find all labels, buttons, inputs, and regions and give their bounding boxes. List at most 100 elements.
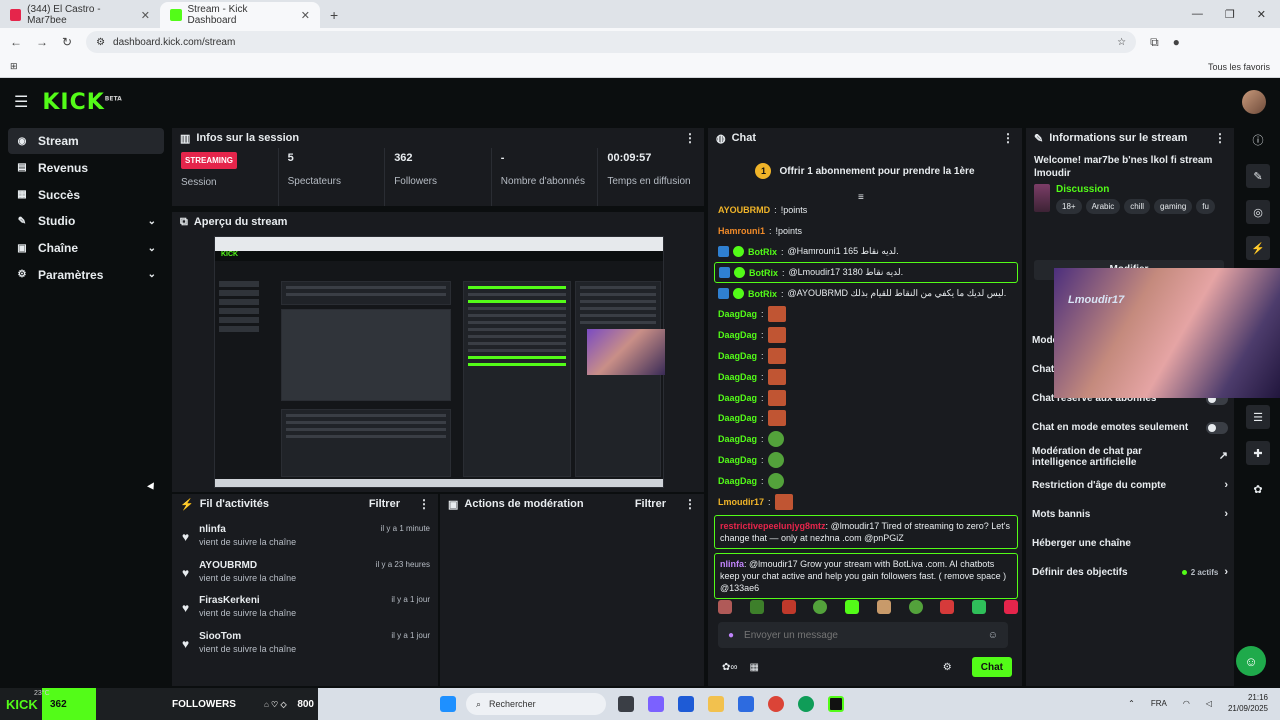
emote-button[interactable] [749, 600, 764, 614]
filter-button[interactable]: Filtrer [635, 498, 666, 510]
emoji-icon[interactable]: ☺ [988, 630, 998, 641]
chat-username[interactable]: DaagDag [718, 372, 757, 382]
chat-message-input[interactable] [744, 629, 978, 641]
chat-username[interactable]: DaagDag [718, 455, 757, 465]
copilot-icon[interactable] [648, 696, 664, 712]
new-tab-button[interactable]: + [320, 7, 348, 28]
site-info-icon[interactable]: ⚙ [96, 37, 105, 48]
emote-only-toggle[interactable] [1206, 421, 1228, 434]
profile-icon[interactable]: ● [1173, 35, 1180, 49]
star-icon[interactable]: ☆ [1117, 37, 1126, 48]
reload-icon[interactable]: ↻ [62, 35, 72, 49]
kick-logo[interactable]: KICKBETA [42, 90, 121, 115]
clock[interactable]: 21:16 21/09/2025 [1228, 692, 1268, 714]
wifi-icon[interactable]: ◠ [1183, 699, 1190, 708]
folder-icon[interactable] [708, 696, 724, 712]
calendar-icon[interactable] [738, 696, 754, 712]
chrome-icon[interactable] [768, 696, 784, 712]
emote-button[interactable] [876, 600, 891, 614]
maximize-icon[interactable]: ❐ [1225, 8, 1235, 21]
chat-username[interactable]: DaagDag [718, 476, 757, 486]
follower-name[interactable]: nlinfa [199, 524, 371, 535]
chat-username[interactable]: nlinfa [720, 559, 744, 569]
browser-tab-youtube[interactable]: (344) El Castro - Mar7bee ✕ [0, 2, 160, 28]
points-icon[interactable]: ✿∞ [722, 662, 738, 673]
bolt-icon[interactable]: ⚡ [1246, 236, 1270, 260]
store-icon[interactable] [678, 696, 694, 712]
more-options-icon[interactable]: ⋮ [1002, 131, 1014, 145]
emote-button[interactable] [972, 600, 987, 614]
follower-name[interactable]: SiooTom [199, 631, 381, 642]
chat-username[interactable]: restrictivepeelunjyg8mtz [720, 521, 826, 531]
filter-button[interactable]: Filtrer [369, 498, 400, 510]
taskbar-search[interactable]: ⌕ Rechercher [466, 693, 606, 715]
sidebar-item-parametres[interactable]: ⚙ Paramètres ⌄ [8, 262, 164, 288]
chat-username[interactable]: BotRix [748, 247, 777, 257]
language-indicator[interactable]: FRA [1151, 699, 1167, 708]
gear-icon[interactable]: ⚙ [943, 662, 952, 673]
apps-icon[interactable]: ⊞ [10, 61, 18, 72]
emote-button[interactable] [845, 600, 860, 614]
follower-name[interactable]: FirasKerkeni [199, 595, 381, 606]
chat-username[interactable]: Hamrouni1 [718, 226, 765, 236]
pinned-message[interactable]: 1 Offrir 1 abonnement pour prendre la 1è… [714, 156, 1016, 186]
extensions-icon[interactable]: ⧉ [1150, 35, 1159, 50]
shop-icon[interactable]: ▦ [750, 662, 759, 673]
minimize-icon[interactable]: — [1192, 8, 1203, 21]
kick-app-icon[interactable] [828, 696, 844, 712]
all-bookmarks-link[interactable]: Tous les favoris [1208, 62, 1270, 72]
sidebar-item-chaine[interactable]: ▣ Chaîne ⌄ [8, 235, 164, 261]
chat-username[interactable]: DaagDag [718, 393, 757, 403]
browser-tab-kick[interactable]: Stream - Kick Dashboard ✕ [160, 2, 320, 28]
menu-icon[interactable]: ☰ [14, 92, 28, 112]
chat-username[interactable]: Lmoudir17 [718, 497, 764, 507]
pencil-icon[interactable]: ✎ [1246, 164, 1270, 188]
support-chat-icon[interactable]: ☺ [1236, 646, 1266, 676]
setting-goals[interactable]: Définir des objectifs 2 actifs › [1026, 558, 1234, 587]
avatar[interactable] [1242, 90, 1266, 114]
chat-username[interactable]: DaagDag [718, 330, 757, 340]
more-options-icon[interactable]: ⋮ [684, 497, 696, 511]
microphone-icon[interactable]: ● [728, 630, 734, 641]
chevron-up-icon[interactable]: ⌃ [1128, 699, 1135, 708]
chat-username[interactable]: DaagDag [718, 309, 757, 319]
chat-username[interactable]: DaagDag [718, 434, 757, 444]
emote-button[interactable] [940, 600, 955, 614]
more-options-icon[interactable]: ⋮ [1214, 131, 1226, 145]
paw-icon[interactable]: ✿ [1246, 477, 1270, 501]
wrench-icon[interactable]: ✚ [1246, 441, 1270, 465]
chat-username[interactable]: BotRix [749, 268, 778, 278]
chat-username[interactable]: DaagDag [718, 413, 757, 423]
chat-username[interactable]: DaagDag [718, 351, 757, 361]
url-field[interactable]: ⚙ dashboard.kick.com/stream ☆ [86, 31, 1137, 53]
category-name[interactable]: Discussion [1056, 184, 1226, 195]
emote-button[interactable] [781, 600, 796, 614]
sidebar-item-succes[interactable]: ▦ Succès [8, 182, 164, 208]
chrome-active-icon[interactable] [798, 696, 814, 712]
chat-username[interactable]: AYOUBRMD [718, 205, 770, 215]
follower-name[interactable]: AYOUBRMD [199, 560, 366, 571]
more-options-icon[interactable]: ⋮ [418, 497, 430, 511]
close-icon[interactable]: ✕ [141, 9, 150, 22]
back-icon[interactable]: ← [10, 35, 22, 49]
stream-preview-video[interactable]: KICK [214, 236, 665, 488]
send-chat-button[interactable]: Chat [971, 657, 1012, 677]
setting-banned-words[interactable]: Mots bannis › [1026, 500, 1234, 529]
setting-age-restriction[interactable]: Restriction d'âge du compte › [1026, 471, 1234, 500]
emote-button[interactable] [813, 600, 828, 614]
close-window-icon[interactable]: ✕ [1257, 8, 1266, 21]
volume-icon[interactable]: ◁ [1206, 699, 1212, 708]
setting-host-channel[interactable]: Héberger une chaîne [1026, 529, 1234, 558]
more-options-icon[interactable]: ⋮ [684, 131, 696, 145]
forward-icon[interactable]: → [36, 35, 48, 49]
windows-start-icon[interactable] [440, 696, 456, 712]
file-icon[interactable] [618, 696, 634, 712]
close-icon[interactable]: ✕ [301, 9, 310, 22]
emote-button[interactable] [1003, 600, 1018, 614]
sidebar-item-revenus[interactable]: ▤ Revenus [8, 155, 164, 181]
list-icon[interactable]: ☰ [1246, 405, 1270, 429]
chat-username[interactable]: BotRix [748, 289, 777, 299]
emote-button[interactable] [718, 600, 732, 614]
target-icon[interactable]: ◎ [1246, 200, 1270, 224]
sidebar-item-studio[interactable]: ✎ Studio ⌄ [8, 208, 164, 234]
